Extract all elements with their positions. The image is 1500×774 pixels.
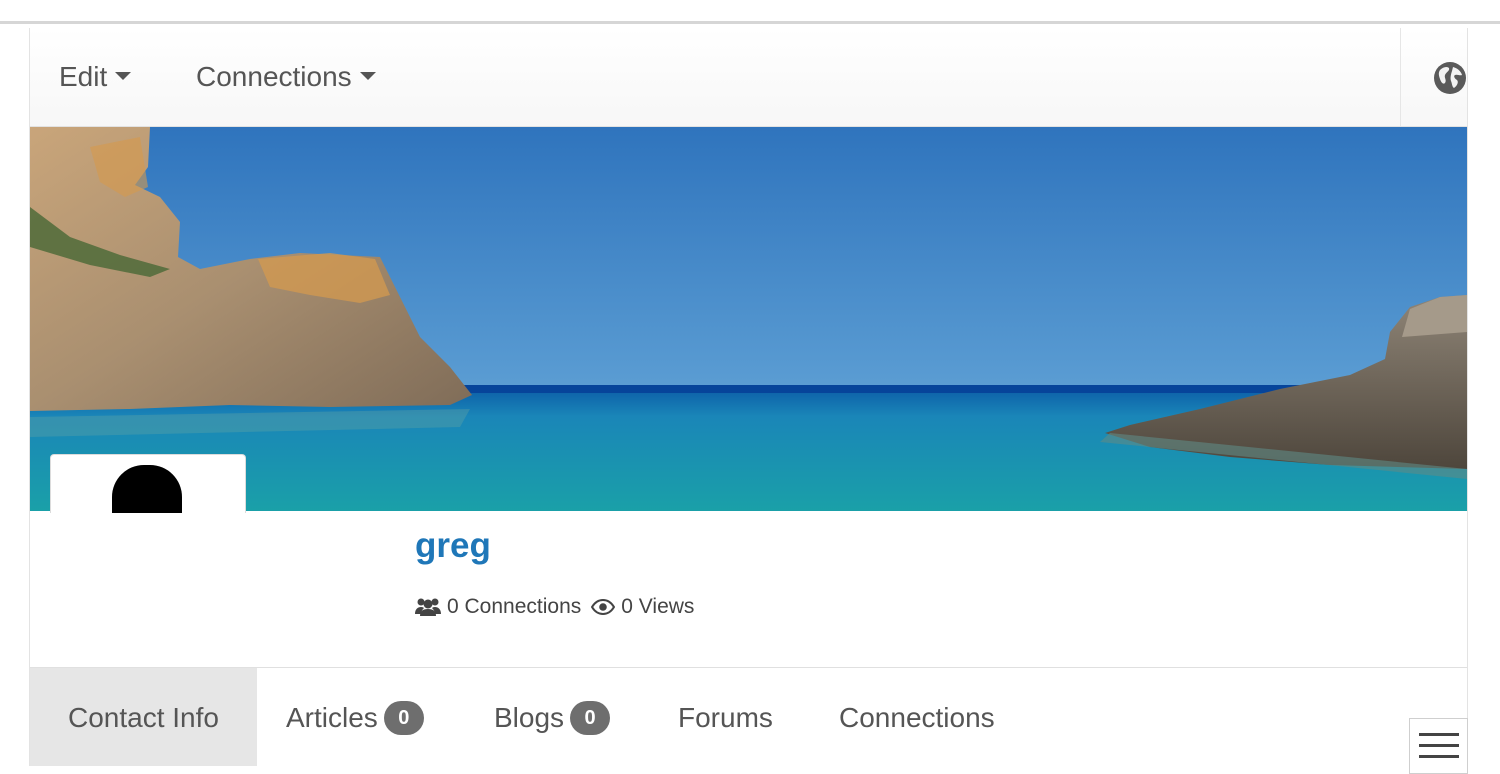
globe-button[interactable] [1400, 28, 1467, 126]
tab-forums[interactable]: Forums [678, 668, 773, 766]
tab-connections[interactable]: Connections [839, 668, 995, 766]
articles-count-badge: 0 [383, 700, 424, 735]
tab-label: Forums [678, 702, 773, 733]
tab-contact-info[interactable]: Contact Info [30, 668, 257, 766]
profile-tabs: Contact Info Articles 0 Blogs 0 Forums Con… [30, 667, 1467, 766]
caret-down-icon [115, 71, 132, 80]
eye-icon [591, 599, 616, 615]
tab-label: Articles [286, 702, 378, 733]
views-count: 0 Views [621, 595, 695, 618]
tab-label: Contact Info [68, 702, 219, 733]
profile-username[interactable]: greg [415, 526, 491, 566]
hamburger-line [1419, 744, 1459, 747]
profile-navbar: Edit Connections [30, 28, 1467, 127]
tab-label: Connections [839, 702, 995, 733]
top-divider [0, 21, 1500, 24]
avatar-silhouette [112, 465, 182, 513]
users-icon [415, 598, 441, 616]
caret-down-icon [359, 71, 376, 80]
edit-menu[interactable]: Edit [59, 61, 132, 93]
blogs-count-badge: 0 [570, 700, 611, 735]
cover-image [30, 127, 1467, 511]
tab-label: Blogs [494, 702, 565, 733]
hamburger-line [1419, 755, 1459, 758]
hamburger-menu-icon[interactable] [1409, 718, 1468, 774]
connections-count: 0 Connections [447, 595, 582, 618]
tab-articles[interactable]: Articles 0 [286, 668, 424, 766]
connections-menu[interactable]: Connections [196, 61, 376, 93]
hamburger-line [1419, 733, 1459, 736]
avatar[interactable] [50, 454, 246, 513]
globe-icon [1434, 62, 1466, 94]
profile-stats: 0 Connections 0 Views [415, 594, 694, 620]
connections-menu-label: Connections [196, 61, 352, 92]
profile-card: Edit Connections greg 0 Connections 0 Vi… [29, 28, 1468, 766]
tab-blogs[interactable]: Blogs 0 [494, 668, 611, 766]
edit-menu-label: Edit [59, 61, 108, 92]
cover-photo [30, 127, 1467, 511]
